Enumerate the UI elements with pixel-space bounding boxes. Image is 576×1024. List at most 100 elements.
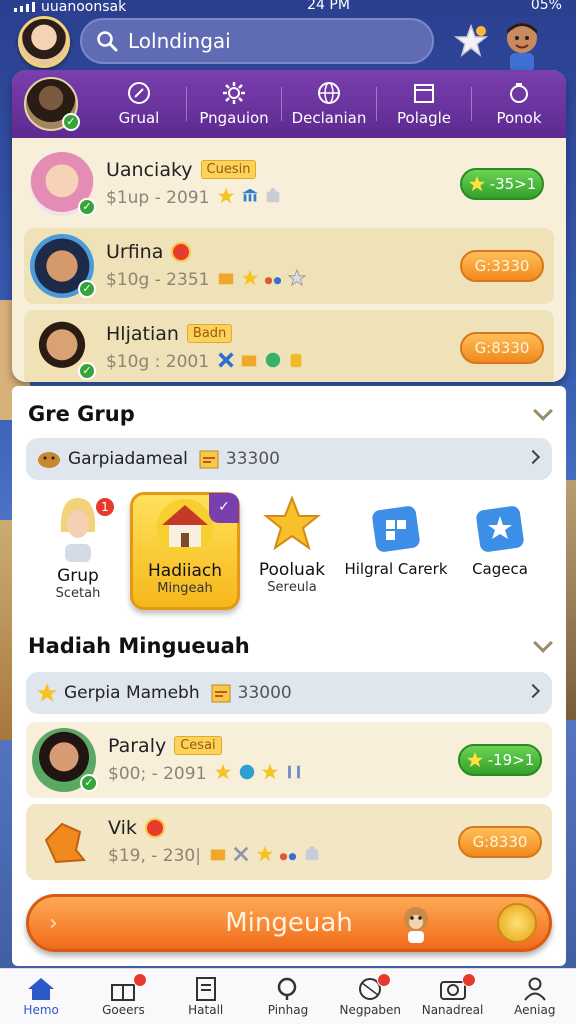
status-bar: uuanoonsak 24 PM 05% <box>0 0 576 14</box>
star-icon <box>262 763 279 779</box>
bike-icon <box>265 276 282 284</box>
category-label: Grup <box>57 566 99 586</box>
category-hadiiach[interactable]: ✓ Hadiiach Mingeah <box>130 492 240 610</box>
user-avatar[interactable]: ✓ <box>24 77 80 131</box>
search-input[interactable]: Lolndingai <box>128 29 231 53</box>
category-pooluak[interactable]: Pooluak Serеula <box>240 492 344 610</box>
bottom-nav: Hemo Goeers Hatall Pinhag Negpaben Nanad… <box>0 968 576 1024</box>
ball-icon <box>265 352 281 367</box>
reward-icons <box>214 763 302 786</box>
category-label: Cageca <box>472 560 528 578</box>
clock: 24 PM <box>307 0 350 13</box>
kid-mascot-icon <box>507 23 537 72</box>
weekly-summary-bar[interactable]: Gerpia Mamebh 33000 <box>26 672 552 714</box>
item-sub: $19, - 230| <box>108 846 201 866</box>
claim-button[interactable]: G:3330 <box>460 250 544 282</box>
nav-goeers[interactable]: Goeers <box>82 969 164 1024</box>
list-item[interactable]: ✓ Urfina $10g - 2351 G:3330 <box>24 228 554 304</box>
avatar: ✓ <box>30 234 96 298</box>
reward-value: -35>1 <box>489 175 537 193</box>
item-sub: $10g - 2351 <box>106 270 210 290</box>
star-icon <box>466 751 483 768</box>
lion-icon <box>38 452 60 468</box>
chevron-down-icon[interactable] <box>533 633 553 653</box>
bar-label: Garpiadameal <box>68 449 188 469</box>
tag-badge: Cesai <box>174 736 222 755</box>
section-title: Hadiah Mingueuah <box>28 634 250 658</box>
category-row: 1 Grup Scetah ✓ Hadiiach Mingeah Pooluak… <box>26 492 552 610</box>
alert-icon <box>171 241 192 262</box>
notification-badge: 1 <box>94 496 116 518</box>
tab-grual[interactable]: Grual <box>92 81 186 127</box>
nav-home[interactable]: Hemo <box>0 969 82 1024</box>
reward-icons <box>217 351 305 374</box>
reward-value: -19>1 <box>487 751 535 769</box>
reward-button[interactable]: -35>1 <box>460 168 544 200</box>
claim-value: G:8330 <box>472 833 528 851</box>
group-summary-bar[interactable]: Garpiadameal 33300 <box>26 438 552 480</box>
nav-negpaben[interactable]: Negpaben <box>329 969 411 1024</box>
avatar: ✓ <box>32 728 98 792</box>
bar-value: 33300 <box>225 449 280 469</box>
monkey-icon <box>404 907 428 943</box>
search-bar[interactable]: Lolndingai <box>80 18 434 64</box>
list-item[interactable]: Vik $19, - 230| G:8330 <box>26 804 552 880</box>
tab-bar: ✓ Grual Pngauion Declanian Polagle Ponok <box>12 70 566 138</box>
compass-icon <box>128 82 150 104</box>
claim-button[interactable]: G:8330 <box>458 826 542 858</box>
list-item[interactable]: ✓ Uanciaky Cuesin $1up - 2091 -35>1 <box>24 146 554 222</box>
cookie-icon <box>44 822 86 864</box>
home-icon <box>28 977 55 1000</box>
reward-icons <box>217 268 306 292</box>
chevron-down-icon[interactable] <box>533 401 553 421</box>
item-sub: $00; - 2091 <box>108 764 207 784</box>
nav-nanadreal[interactable]: Nanadreal <box>411 969 493 1024</box>
category-sublabel: Scetah <box>55 586 101 601</box>
category-grup[interactable]: 1 Grup Scetah <box>26 492 130 610</box>
nav-badge <box>377 973 392 987</box>
profile-avatar[interactable] <box>18 16 70 68</box>
tab-pngauion[interactable]: Pngauion <box>187 81 281 127</box>
check-icon: ✓ <box>80 774 98 792</box>
nav-pinhag[interactable]: Pinhag <box>247 969 329 1024</box>
weekly-list: ✓ Paraly Cesai $00; - 2091 -19>1 Vik $19… <box>26 722 552 886</box>
list-item[interactable]: ✓ Paraly Cesai $00; - 2091 -19>1 <box>26 722 552 798</box>
badge-icon <box>510 83 528 103</box>
item-name: Urfina <box>106 240 164 263</box>
bank-icon <box>241 188 258 201</box>
reward-button[interactable]: -19>1 <box>458 744 542 776</box>
category-label: Hadiiach <box>148 561 222 581</box>
calendar-icon <box>199 450 219 469</box>
puzzle-icon <box>266 187 280 202</box>
nav-label: Nanadreal <box>421 1002 484 1017</box>
tab-label: Polagle <box>397 109 451 127</box>
category-cageca[interactable]: Cageca <box>448 492 552 610</box>
category-label: Hilgral Carerk <box>344 560 448 578</box>
star-icon <box>256 845 273 861</box>
tag-badge: Badn <box>186 324 233 343</box>
avatar: ✓ <box>30 316 96 380</box>
nav-hatall[interactable]: Hatall <box>165 969 247 1024</box>
tab-declanian[interactable]: Declanian <box>282 81 376 127</box>
search-icon <box>97 31 118 52</box>
item-name: Vik <box>108 816 137 839</box>
claim-button[interactable]: G:8330 <box>460 332 544 364</box>
nav-badge <box>132 973 147 987</box>
star-icon <box>215 763 232 779</box>
tab-ponok[interactable]: Ponok <box>472 81 566 127</box>
box-icon <box>242 355 257 366</box>
list-item[interactable]: ✓ Hljatian Badn $10g : 2001 G:8330 <box>24 310 554 382</box>
check-corner-icon: ✓ <box>209 493 239 523</box>
nav-aeniag[interactable]: Aeniag <box>494 969 576 1024</box>
nav-label: Hemo <box>23 1002 59 1017</box>
star-icon <box>241 269 258 285</box>
category-hilgral-carerk[interactable]: Hilgral Carerk <box>344 492 448 610</box>
item-sub: $10g : 2001 <box>106 352 210 372</box>
main-action-button[interactable]: › Mingeuah <box>26 894 552 952</box>
tab-polagle[interactable]: Polagle <box>377 81 471 127</box>
cross-icon <box>218 351 234 368</box>
check-icon: ✓ <box>78 198 96 216</box>
grid-icon <box>372 506 420 552</box>
box-icon <box>210 849 226 860</box>
star-icon[interactable] <box>454 24 488 58</box>
